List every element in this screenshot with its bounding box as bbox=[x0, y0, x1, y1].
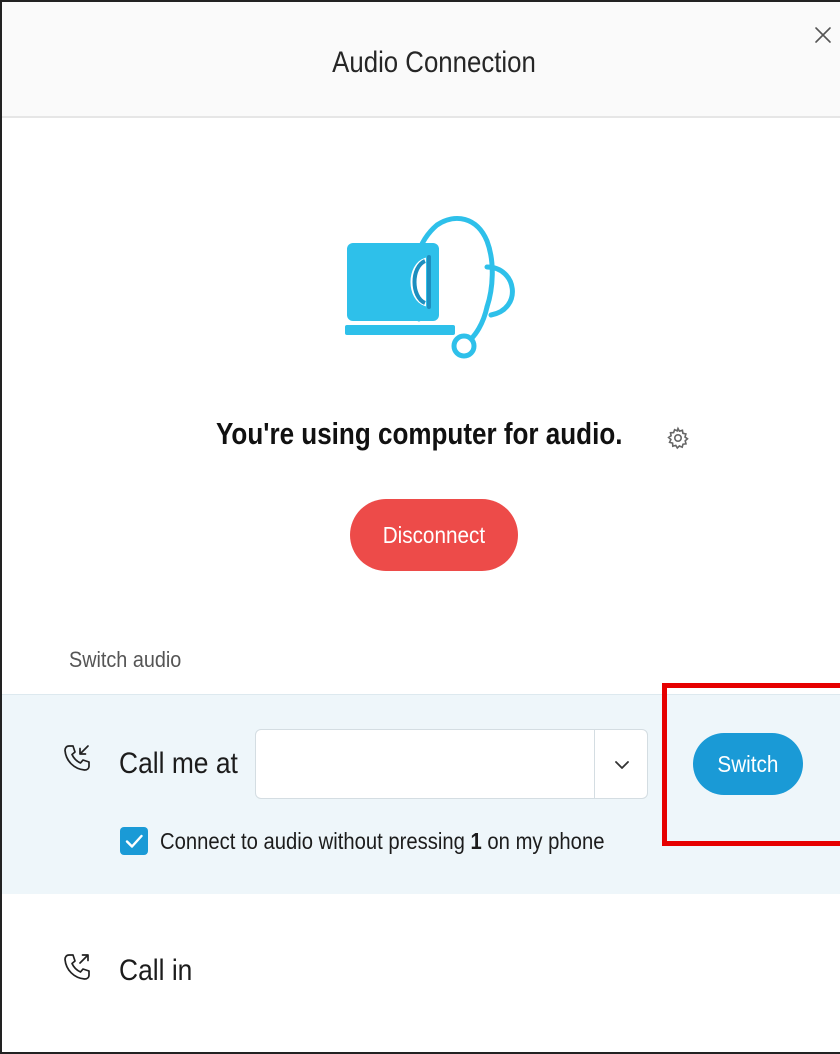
switch-audio-label: Switch audio bbox=[69, 647, 182, 672]
switch-button[interactable]: Switch bbox=[693, 733, 803, 795]
auto-connect-checkbox[interactable] bbox=[120, 827, 148, 855]
status-message: You're using computer for audio. bbox=[216, 416, 623, 451]
phone-number-input[interactable] bbox=[256, 730, 594, 798]
auto-connect-text-before: Connect to audio without pressing bbox=[160, 828, 471, 854]
switch-label: Switch bbox=[717, 750, 779, 777]
audio-connection-dialog: Audio Connection You're using computer f… bbox=[0, 0, 840, 1054]
laptop-headset-icon bbox=[345, 215, 515, 359]
call-in-label: Call in bbox=[119, 954, 193, 987]
call-me-option[interactable]: Call me at Switch Connect to audio witho… bbox=[2, 694, 840, 894]
gear-icon[interactable] bbox=[666, 426, 690, 450]
disconnect-label: Disconnect bbox=[382, 521, 486, 548]
call-in-option[interactable]: Call in bbox=[2, 894, 840, 1052]
phone-number-select[interactable] bbox=[255, 729, 648, 799]
disconnect-button[interactable]: Disconnect bbox=[350, 499, 518, 571]
call-me-label: Call me at bbox=[119, 747, 238, 780]
checkmark-icon bbox=[125, 834, 143, 848]
close-icon[interactable] bbox=[810, 22, 836, 48]
phone-outgoing-icon bbox=[64, 954, 90, 980]
select-divider bbox=[594, 730, 595, 798]
dialog-title: Audio Connection bbox=[332, 46, 536, 79]
chevron-down-icon[interactable] bbox=[612, 755, 632, 775]
audio-status: You're using computer for audio. bbox=[2, 414, 840, 458]
auto-connect-key: 1 bbox=[470, 828, 482, 854]
auto-connect-label: Connect to audio without pressing 1 on m… bbox=[160, 828, 604, 855]
dialog-header: Audio Connection bbox=[2, 2, 840, 118]
phone-incoming-icon bbox=[64, 745, 90, 771]
auto-connect-text-after: on my phone bbox=[481, 828, 605, 854]
